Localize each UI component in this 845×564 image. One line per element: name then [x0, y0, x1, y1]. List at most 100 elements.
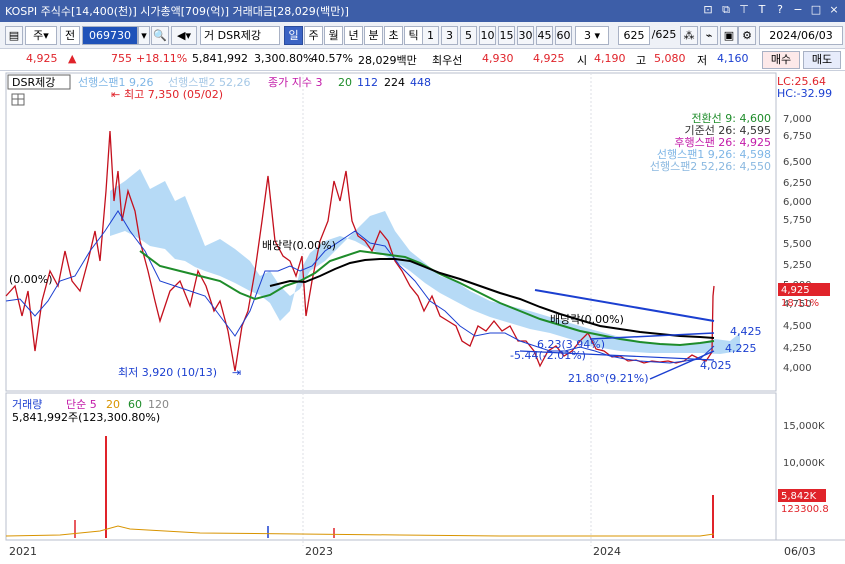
legend-ma112: 112 — [357, 76, 378, 89]
mode-button[interactable]: 전 — [60, 26, 80, 45]
dividend-annotation-3: 배당락(0.00%) — [550, 313, 624, 326]
trade-amount: 28,029백만 — [358, 54, 417, 67]
x-label-2023: 2023 — [305, 545, 333, 558]
search-icon[interactable]: 🔍 — [151, 26, 169, 45]
type-select-value: 주 — [33, 29, 44, 42]
volume-current-value: 5,841,992주(123,300.80%) — [12, 411, 160, 424]
high-annotation: 최고 7,350 (05/02) — [124, 88, 223, 101]
name-prefix: 거 — [204, 29, 215, 42]
legend-ma-label: 종가 지수 3 — [268, 76, 322, 89]
period-day[interactable]: 일 — [284, 26, 303, 45]
gear-icon[interactable]: ⚙ — [738, 26, 756, 45]
draw-icon[interactable]: ⌁ — [700, 26, 718, 45]
pin-icon[interactable]: ⊤ — [737, 2, 751, 18]
low-annotation: 최저 3,920 (10/13) — [118, 366, 217, 379]
current-pct-tag: 18.11% — [781, 298, 819, 309]
period-minute[interactable]: 분 — [364, 26, 383, 45]
change-percent: +18.11% — [136, 52, 188, 65]
price-tick: 6,000 — [783, 197, 812, 208]
chart-tools-icon[interactable]: ⁂ — [680, 26, 698, 45]
price-tick: 4,250 — [783, 343, 812, 354]
legend-ma448: 448 — [410, 76, 431, 89]
stock-name-field[interactable]: 거 DSR제강 — [200, 26, 280, 45]
minute-15[interactable]: 15 — [498, 26, 515, 45]
low-label: 저 — [697, 54, 708, 67]
ichimoku-span2: 선행스팬2 52,26: 4,550 — [650, 160, 771, 173]
volume-legend-ma60: 60 — [128, 398, 142, 411]
sell-button[interactable]: 매도 — [803, 51, 841, 69]
trend-pct-2: -5.44(-2.01%) — [510, 349, 586, 362]
volume-legend-ma120: 120 — [148, 398, 169, 411]
period-week[interactable]: 주 — [304, 26, 323, 45]
link-icon[interactable]: ⊡ — [701, 2, 715, 18]
type-select[interactable]: 주▾ — [25, 26, 57, 45]
chart-toolbar: ▤ 주▾ 전 069730 ▾ 🔍 ◀▾ 거 DSR제강 일 주 월 년 분 초… — [0, 22, 845, 49]
volume-tag-text: 5,842K — [781, 491, 817, 502]
x-label-2024: 2024 — [593, 545, 621, 558]
layout-icon[interactable]: ▤ — [5, 26, 23, 45]
code-dropdown-icon[interactable]: ▾ — [138, 26, 150, 45]
stock-name: DSR제강 — [217, 29, 261, 42]
copy-icon[interactable]: ⧉ — [719, 2, 733, 18]
volume-legend-ma20: 20 — [106, 398, 120, 411]
target-label-1: 4,425 — [730, 325, 762, 338]
help-icon[interactable]: ? — [773, 2, 787, 18]
price-tick: 6,750 — [783, 131, 812, 142]
price-chart[interactable]: DSR제강 선행스팬1 9,26 선행스팬2 52,26 종가 지수 3 20 … — [0, 71, 845, 564]
minute-30[interactable]: 30 — [517, 26, 534, 45]
window-title: KOSPI 주식수[14,400(천)] 시가총액[709(억)] 거래대금[2… — [5, 5, 349, 18]
period-tick[interactable]: 틱 — [404, 26, 423, 45]
minute-5[interactable]: 5 — [460, 26, 477, 45]
minute-1[interactable]: 1 — [422, 26, 439, 45]
price-tick: 6,250 — [783, 178, 812, 189]
open-price: 4,190 — [594, 52, 626, 65]
volume-value: 5,841,992 — [192, 52, 248, 65]
volume-legend-ma: 단순 5 — [66, 398, 97, 411]
maximize-icon[interactable]: □ — [809, 2, 823, 18]
price-change: 755 — [111, 52, 132, 65]
dividend-annotation-2: (0.00%) — [9, 273, 53, 286]
high-price: 5,080 — [654, 52, 686, 65]
trend-pct-3: 21.80°(9.21%) — [568, 372, 649, 385]
target-label-3: 4,025 — [700, 359, 732, 372]
best-price-label: 최우선 — [432, 54, 463, 67]
period-second[interactable]: 초 — [384, 26, 403, 45]
price-tick: 4,000 — [783, 363, 812, 374]
minimize-icon[interactable]: − — [791, 2, 805, 18]
hc-value: HC:-32.99 — [777, 87, 832, 100]
stock-code-input[interactable]: 069730 — [82, 26, 138, 45]
high-label: 고 — [636, 54, 647, 67]
close-icon[interactable]: × — [827, 2, 841, 18]
price-tick: 5,250 — [783, 260, 812, 271]
text-icon[interactable]: T — [755, 2, 769, 18]
buy-button[interactable]: 매수 — [762, 51, 800, 69]
date-input[interactable]: 2024/06/03 — [759, 26, 843, 45]
minute-3[interactable]: 3 — [441, 26, 458, 45]
volume-pct-tag: 123300.8 — [781, 504, 829, 515]
price-tick: 6,500 — [783, 157, 812, 168]
legend-ma224: 224 — [384, 76, 405, 89]
minute-45[interactable]: 45 — [536, 26, 553, 45]
legend-stock-name: DSR제강 — [12, 76, 55, 89]
x-label-2021: 2021 — [9, 545, 37, 558]
window-buttons: ⊡ ⧉ ⊤ T ? − □ × — [701, 2, 841, 18]
target-label-2: 4,225 — [725, 342, 757, 355]
minute-60[interactable]: 60 — [555, 26, 572, 45]
ask-price: 4,930 — [482, 52, 514, 65]
price-tick: 5,750 — [783, 215, 812, 226]
volume-tick: 10,000K — [783, 458, 825, 469]
dividend-annotation-1: 배당락(0.00%) — [262, 239, 336, 252]
save-icon[interactable]: ▣ — [720, 26, 738, 45]
count-input[interactable]: 625 — [618, 26, 650, 45]
price-tick: 4,500 — [783, 321, 812, 332]
interval-select[interactable]: 3 ▾ — [575, 26, 609, 45]
interval-value: 3 — [583, 29, 591, 42]
period-month[interactable]: 월 — [324, 26, 343, 45]
up-arrow-icon: ▲ — [68, 52, 77, 65]
legend-ma20: 20 — [338, 76, 352, 89]
sound-icon[interactable]: ◀▾ — [171, 26, 197, 45]
minute-10[interactable]: 10 — [479, 26, 496, 45]
period-year[interactable]: 년 — [344, 26, 363, 45]
low-price: 4,160 — [717, 52, 749, 65]
turnover-ratio: 40.57% — [311, 52, 353, 65]
